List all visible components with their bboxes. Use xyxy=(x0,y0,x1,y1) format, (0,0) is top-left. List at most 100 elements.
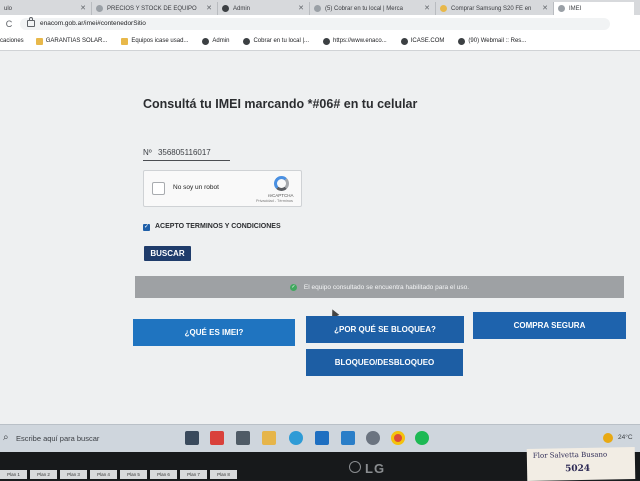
imei-input[interactable]: Nº 356805116017 xyxy=(143,148,230,161)
close-icon[interactable]: ✕ xyxy=(298,4,304,12)
url-field[interactable]: enacom.gob.ar/imei#contenedorSitio xyxy=(20,17,610,30)
bookmark-label: caciones xyxy=(0,38,24,44)
search-icon[interactable]: ⌕ xyxy=(3,432,9,443)
imei-label: Nº xyxy=(143,148,152,157)
tab-title: Admin xyxy=(233,5,251,12)
tab-title: ulo xyxy=(4,5,13,12)
chrome-icon[interactable] xyxy=(391,431,405,445)
bookmark-item[interactable]: https://www.enaco... xyxy=(323,37,387,45)
weather-icon[interactable] xyxy=(603,433,613,443)
spreadsheet-tabs: Plan 1 Plan 2 Plan 3 Plan 4 Plan 5 Plan … xyxy=(0,470,265,480)
folder-icon xyxy=(35,37,43,45)
bookmark-item[interactable]: (90) Webmail :: Res... xyxy=(458,37,527,45)
browser-tab-active[interactable]: IMEI xyxy=(554,2,634,15)
monitor-screen: ulo ✕ PRECIOS Y STOCK DE EQUIPO ✕ Admin … xyxy=(0,0,640,452)
spotify-icon[interactable] xyxy=(415,431,429,445)
taskbar-search-input[interactable]: Escribe aquí para buscar xyxy=(16,434,99,443)
bookmarks-bar: caciones GARANTIAS SOLAR... Equipos icas… xyxy=(0,32,640,51)
browser-tab[interactable]: Admin ✕ xyxy=(218,2,310,15)
recaptcha-icon xyxy=(274,176,289,191)
store-icon[interactable] xyxy=(341,431,355,445)
sheet-tab: Plan 8 xyxy=(210,470,237,479)
browser-tab[interactable]: PRECIOS Y STOCK DE EQUIPO ✕ xyxy=(92,2,218,15)
close-icon[interactable]: ✕ xyxy=(80,4,86,12)
bookmark-label: Cobrar en tu local |... xyxy=(253,38,310,44)
folder-icon xyxy=(121,37,129,45)
close-icon[interactable]: ✕ xyxy=(206,4,212,12)
note-name: Flor Salvetta Busano xyxy=(532,450,608,460)
page-icon xyxy=(558,5,565,12)
sheet-tab: Plan 3 xyxy=(60,470,87,479)
sticky-note: Flor Salvetta Busano 5024 xyxy=(526,447,636,481)
bookmark-label: Admin xyxy=(212,38,230,44)
bookmark-label: Equipos icase usad... xyxy=(131,38,189,44)
web-icon xyxy=(458,37,466,45)
status-message: El equipo consultado se encuentra habili… xyxy=(303,283,470,291)
block-unblock-button[interactable]: BLOQUEO/DESBLOQUEO xyxy=(306,349,463,376)
bookmark-label: GARANTIAS SOLAR... xyxy=(45,38,108,44)
browser-tab[interactable]: Comprar Samsung S20 FE en ✕ xyxy=(436,2,554,15)
search-button[interactable]: BUSCAR xyxy=(144,246,191,261)
terms-label: ACEPTO TERMINOS Y CONDICIONES xyxy=(155,223,281,230)
reload-icon[interactable]: C xyxy=(2,19,16,29)
tab-title: IMEI xyxy=(569,5,582,12)
file-explorer-icon[interactable] xyxy=(262,431,276,445)
note-number: 5024 xyxy=(565,463,591,475)
captcha-label: No soy un robot xyxy=(173,184,219,191)
tab-title: PRECIOS Y STOCK DE EQUIPO xyxy=(107,5,197,12)
bookmark-item[interactable]: GARANTIAS SOLAR... xyxy=(35,37,108,45)
calculator-icon[interactable] xyxy=(236,431,250,445)
sheet-tab: Plan 4 xyxy=(90,470,117,479)
page-content: Consultá tu IMEI marcando *#06# en tu ce… xyxy=(0,51,640,424)
bookmark-item[interactable]: Admin xyxy=(202,37,230,45)
mail-icon[interactable] xyxy=(315,431,329,445)
status-banner: ✓ El equipo consultado se encuentra habi… xyxy=(135,276,624,298)
page-title: Consultá tu IMEI marcando *#06# en tu ce… xyxy=(143,97,418,111)
bookmark-label: ICASE.COM xyxy=(410,38,445,44)
check-icon: ✓ xyxy=(289,283,297,291)
browser-tab[interactable]: (5) Cobrar en tu local | Merca ✕ xyxy=(310,2,436,15)
edge-icon[interactable] xyxy=(289,431,303,445)
app-icon[interactable] xyxy=(366,431,380,445)
bookmark-label: (90) Webmail :: Res... xyxy=(468,38,527,44)
browser-tab-strip: ulo ✕ PRECIOS Y STOCK DE EQUIPO ✕ Admin … xyxy=(0,0,640,15)
tab-title: (5) Cobrar en tu local | Merca xyxy=(325,5,403,12)
lock-icon[interactable] xyxy=(27,17,35,27)
media-icon[interactable] xyxy=(210,431,224,445)
admin-icon xyxy=(202,37,210,45)
imei-value: 356805116017 xyxy=(157,148,211,157)
terms-checkbox[interactable]: ✓ xyxy=(143,224,150,231)
web-icon xyxy=(243,37,251,45)
recaptcha-widget: No soy un robot reCAPTCHA Privacidad - T… xyxy=(143,170,302,207)
bookmark-label: https://www.enaco... xyxy=(333,38,387,44)
sheet-tab: Plan 6 xyxy=(150,470,177,479)
close-icon[interactable]: ✕ xyxy=(424,4,430,12)
web-icon xyxy=(400,37,408,45)
recaptcha-links[interactable]: Privacidad - Términos xyxy=(256,199,293,203)
bookmark-item[interactable]: ICASE.COM xyxy=(400,37,445,45)
sheet-tab: Plan 1 xyxy=(0,470,27,479)
sheet-tab: Plan 5 xyxy=(120,470,147,479)
web-icon xyxy=(323,37,331,45)
recaptcha-brand: reCAPTCHA xyxy=(268,193,294,198)
task-view-icon[interactable] xyxy=(185,431,199,445)
why-blocked-button[interactable]: ¿POR QUÉ SE BLOQUEA? xyxy=(306,316,464,343)
admin-icon xyxy=(222,5,229,12)
url-text: enacom.gob.ar/imei#contenedorSitio xyxy=(40,20,146,27)
browser-tab[interactable]: ulo ✕ xyxy=(0,2,92,15)
address-bar: C enacom.gob.ar/imei#contenedorSitio xyxy=(0,15,640,32)
captcha-checkbox[interactable] xyxy=(152,182,165,195)
temperature: 24°C xyxy=(618,434,633,441)
bookmark-item[interactable]: Cobrar en tu local |... xyxy=(243,37,310,45)
safe-purchase-button[interactable]: COMPRA SEGURA xyxy=(473,312,626,339)
bookmark-item[interactable]: caciones xyxy=(0,38,24,44)
bookmark-item[interactable]: Equipos icase usad... xyxy=(121,37,189,45)
page-icon xyxy=(96,5,103,12)
sheet-tab: Plan 2 xyxy=(30,470,57,479)
close-icon[interactable]: ✕ xyxy=(542,4,548,12)
monitor-brand: LG xyxy=(365,461,386,476)
sheet-tab: Plan 7 xyxy=(180,470,207,479)
what-is-imei-button[interactable]: ¿QUÉ ES IMEI? xyxy=(133,319,295,346)
lg-logo-icon xyxy=(349,461,361,473)
page-icon xyxy=(440,5,447,12)
